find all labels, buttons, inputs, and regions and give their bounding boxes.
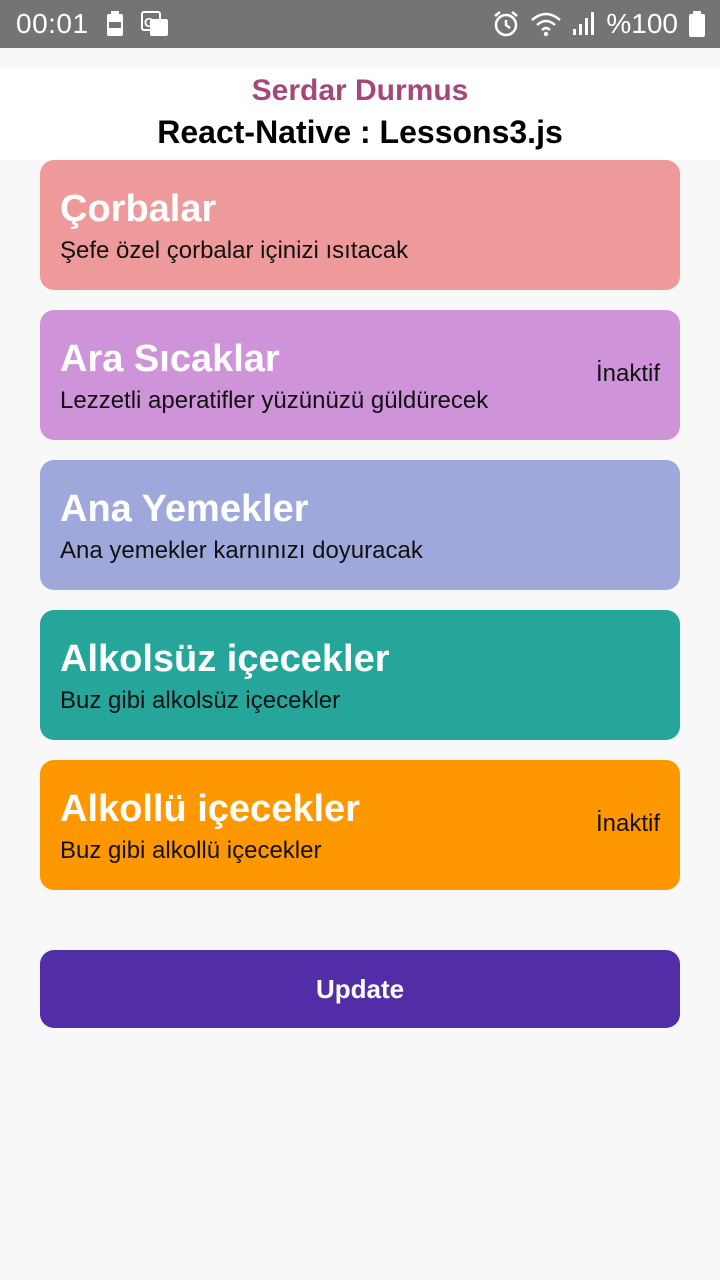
- category-description: Lezzetli aperatifler yüzünüzü güldürecek: [60, 387, 489, 414]
- battery-percentage: %100: [606, 8, 678, 39]
- category-description: Buz gibi alkolsüz içecekler: [60, 687, 341, 714]
- category-description: Buz gibi alkollü içecekler: [60, 837, 322, 864]
- alarm-icon: [492, 10, 520, 38]
- category-status: İnaktif: [595, 360, 660, 387]
- app-header: Serdar Durmus React-Native : Lessons3.js: [0, 68, 720, 160]
- category-title: Ana Yemekler: [60, 488, 309, 530]
- category-card-alkollu-icecekler[interactable]: Alkollü içecekler Buz gibi alkollü içece…: [40, 760, 680, 890]
- author-name: Serdar Durmus: [251, 74, 469, 107]
- update-button[interactable]: Update: [40, 950, 680, 1028]
- category-title: Alkollü içecekler: [60, 788, 360, 830]
- category-card-ana-yemekler[interactable]: Ana Yemekler Ana yemekler karnınızı doyu…: [40, 460, 680, 590]
- status-time: 00:01: [16, 8, 89, 39]
- category-card-ara-sicaklar[interactable]: Ara Sıcaklar Lezzetli aperatifler yüzünü…: [40, 310, 680, 440]
- svg-text:G: G: [144, 15, 154, 30]
- category-card-alkolsuz-icecekler[interactable]: Alkolsüz içecekler Buz gibi alkolsüz içe…: [40, 610, 680, 740]
- translate-icon: G: [140, 11, 169, 37]
- category-list: Çorbalar Şefe özel çorbalar içinizi ısıt…: [40, 160, 680, 910]
- wifi-icon: [530, 11, 562, 37]
- category-title: Ara Sıcaklar: [60, 338, 280, 380]
- category-description: Şefe özel çorbalar içinizi ısıtacak: [60, 237, 409, 264]
- battery-icon: [688, 10, 706, 38]
- status-bar: 00:01 G %100: [0, 0, 720, 48]
- signal-icon: [572, 11, 596, 37]
- category-title: Alkolsüz içecekler: [60, 638, 390, 680]
- battery-saver-icon: [105, 11, 125, 37]
- category-description: Ana yemekler karnınızı doyuracak: [60, 537, 423, 564]
- category-card-corbalar[interactable]: Çorbalar Şefe özel çorbalar içinizi ısıt…: [40, 160, 680, 290]
- page-title: React-Native : Lessons3.js: [157, 114, 563, 150]
- category-title: Çorbalar: [60, 188, 217, 230]
- category-status: İnaktif: [595, 810, 660, 837]
